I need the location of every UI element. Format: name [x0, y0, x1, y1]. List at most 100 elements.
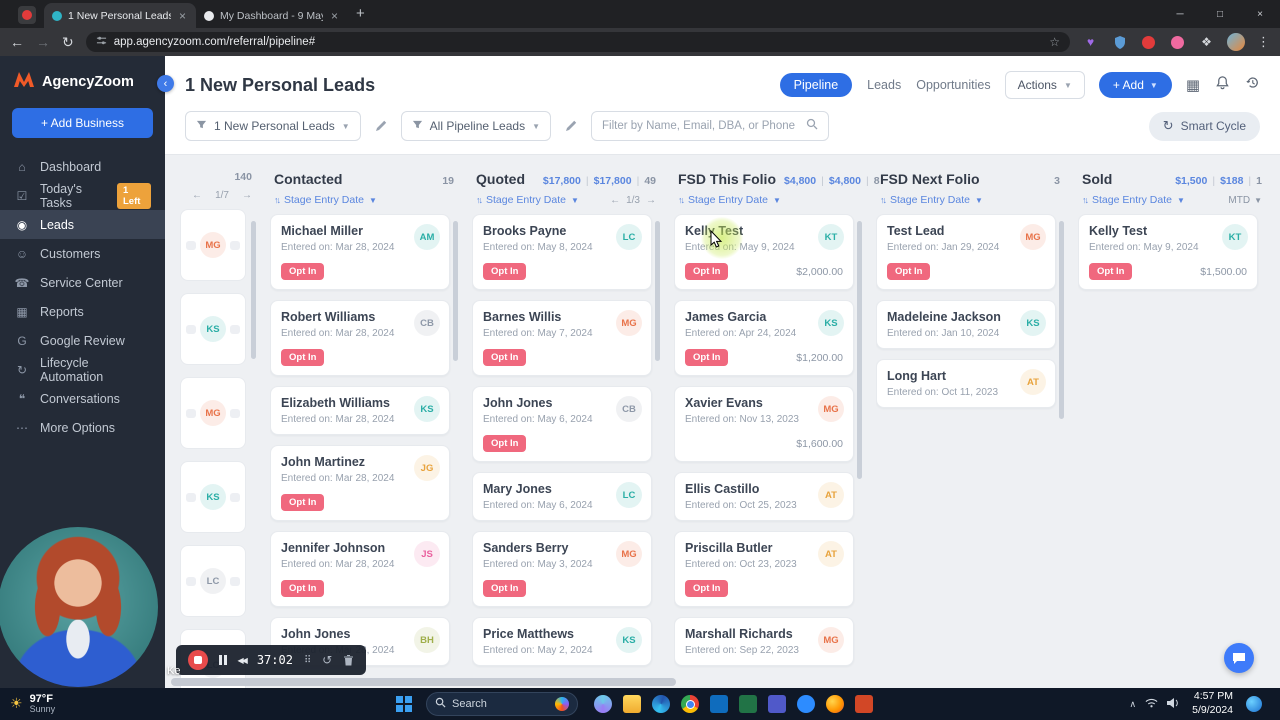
notification-icon[interactable] [1246, 696, 1262, 712]
history-icon[interactable] [1245, 75, 1260, 95]
lead-card-collapsed[interactable]: KS [180, 293, 246, 365]
lead-card[interactable]: Priscilla Butler Entered on: Oct 23, 2023… [674, 531, 854, 607]
bookmark-star-icon[interactable]: ☆ [1049, 35, 1060, 49]
outlook-icon[interactable] [710, 695, 728, 713]
site-info-icon[interactable] [96, 33, 107, 51]
sidebar-item-today-s-tasks[interactable]: ☑ Today's Tasks 1 Left [0, 181, 165, 210]
sort-by-stage-entry-date[interactable]: Stage Entry Date [486, 194, 566, 206]
sidebar-item-service-center[interactable]: ☎ Service Center [0, 268, 165, 297]
tab-close-icon[interactable]: × [329, 9, 340, 23]
lead-card[interactable]: Barnes Willis Entered on: May 7, 2024 Opt … [472, 300, 652, 376]
column-scrollbar[interactable] [655, 221, 660, 361]
column-scrollbar[interactable] [453, 221, 458, 361]
lead-card[interactable]: Kelly Test Entered on: May 9, 2024 Opt In $… [674, 214, 854, 290]
search-icon[interactable] [806, 117, 818, 135]
lead-card[interactable]: Xavier Evans Entered on: Nov 13, 2023 $1,6… [674, 386, 854, 462]
lead-card[interactable]: Price Matthews Entered on: May 2, 2024 KS [472, 617, 652, 666]
leads-filter-select[interactable]: All Pipeline Leads ▼ [400, 111, 551, 141]
add-business-button[interactable]: + Add Business [12, 108, 153, 138]
chrome-icon[interactable] [681, 695, 699, 713]
minimize-button[interactable]: ─ [1160, 9, 1200, 20]
lead-search-input[interactable] [602, 120, 798, 132]
prev-page-icon[interactable]: ← [610, 195, 620, 206]
start-button[interactable] [386, 688, 422, 720]
browser-tab[interactable]: My Dashboard - 9 May 2024 × [196, 3, 348, 28]
sort-by-stage-entry-date[interactable]: Stage Entry Date [1092, 194, 1172, 206]
lead-card-collapsed[interactable]: LC [180, 545, 246, 617]
lead-card[interactable]: Ellis Castillo Entered on: Oct 25, 2023 AT [674, 472, 854, 521]
lead-card[interactable]: Test Lead Entered on: Jan 29, 2024 Opt In M… [876, 214, 1056, 290]
sidebar-item-dashboard[interactable]: ⌂ Dashboard [0, 152, 165, 181]
excel-icon[interactable] [739, 695, 757, 713]
browser-menu-icon[interactable]: ⋮ [1257, 34, 1270, 50]
sort-by-stage-entry-date[interactable]: Stage Entry Date [688, 194, 768, 206]
add-button[interactable]: + Add ▼ [1098, 72, 1172, 98]
chat-widget-button[interactable] [1224, 643, 1254, 673]
lead-card[interactable]: Jennifer Johnson Entered on: Mar 28, 2024… [270, 531, 450, 607]
sidebar-collapse-button[interactable]: ‹ [157, 75, 174, 92]
delete-recording-icon[interactable] [343, 654, 354, 666]
taskbar-search[interactable]: Search [426, 692, 578, 716]
firefox-icon[interactable] [826, 695, 844, 713]
edit-pipeline-button[interactable] [370, 115, 392, 137]
extension-record-icon[interactable] [1140, 34, 1157, 51]
sidebar-item-conversations[interactable]: ❝ Conversations [0, 384, 165, 413]
lead-card[interactable]: Sanders Berry Entered on: May 3, 2024 Opt … [472, 531, 652, 607]
sidebar-item-reports[interactable]: ▦ Reports [0, 297, 165, 326]
volume-icon[interactable] [1167, 695, 1179, 713]
file-explorer-icon[interactable] [623, 695, 641, 713]
back-button[interactable]: ← [10, 35, 24, 49]
column-scrollbar[interactable] [251, 221, 256, 359]
teams-icon[interactable] [768, 695, 786, 713]
lead-card-collapsed[interactable]: MG [180, 209, 246, 281]
browser-tab[interactable]: 1 New Personal Leads × [44, 3, 196, 28]
restart-recording-icon[interactable]: ◀◀ [238, 656, 248, 665]
sidebar-item-leads[interactable]: ◉ Leads [0, 210, 165, 239]
refresh-recording-icon[interactable]: ↺ [322, 653, 332, 667]
copilot-icon[interactable] [594, 695, 612, 713]
sort-by-stage-entry-date[interactable]: Stage Entry Date [284, 194, 364, 206]
view-opportunities[interactable]: Opportunities [916, 78, 990, 92]
lead-card[interactable]: Mary Jones Entered on: May 6, 2024 LC [472, 472, 652, 521]
extension-pink-icon[interactable] [1169, 34, 1186, 51]
horizontal-scrollbar[interactable] [171, 678, 676, 686]
extensions-puzzle-icon[interactable]: ❖ [1198, 34, 1215, 51]
drag-handle-icon[interactable]: ⠿ [304, 655, 311, 666]
powerpoint-icon[interactable] [855, 695, 873, 713]
wifi-icon[interactable] [1145, 695, 1158, 713]
lead-card[interactable]: Long Hart Entered on: Oct 11, 2023 AT [876, 359, 1056, 408]
lead-card[interactable]: James Garcia Entered on: Apr 24, 2024 Opt … [674, 300, 854, 376]
notifications-bell-icon[interactable] [1215, 75, 1230, 95]
view-leads[interactable]: Leads [867, 78, 901, 92]
lead-card[interactable]: Michael Miller Entered on: Mar 28, 2024 Op… [270, 214, 450, 290]
lead-card[interactable]: John Jones Entered on: May 6, 2024 Opt In C… [472, 386, 652, 462]
extension-heart-icon[interactable]: ♥ [1082, 34, 1099, 51]
edit-filter-button[interactable] [560, 115, 582, 137]
new-tab-button[interactable]: + [356, 5, 365, 22]
zoom-icon[interactable] [797, 695, 815, 713]
forward-button[interactable]: → [36, 35, 50, 49]
extension-shield-icon[interactable] [1111, 34, 1128, 51]
sort-by-stage-entry-date[interactable]: Stage Entry Date [890, 194, 970, 206]
lead-card[interactable]: Madeleine Jackson Entered on: Jan 10, 202… [876, 300, 1056, 349]
pipeline-select[interactable]: 1 New Personal Leads ▼ [185, 111, 361, 141]
address-bar[interactable]: app.agencyzoom.com/referral/pipeline# ☆ [85, 32, 1070, 52]
sidebar-item-more-options[interactable]: ⋯ More Options [0, 413, 165, 442]
column-scrollbar[interactable] [1059, 221, 1064, 419]
close-button[interactable]: × [1240, 9, 1280, 20]
taskbar-clock[interactable]: 4:57 PM 5/9/2024 [1188, 690, 1237, 717]
period-select[interactable]: MTD ▼ [1228, 195, 1262, 206]
actions-button[interactable]: Actions ▼ [1004, 71, 1085, 99]
lead-card[interactable]: Robert Williams Entered on: Mar 28, 2024 O… [270, 300, 450, 376]
lead-card[interactable]: John Martinez Entered on: Mar 28, 2024 Opt… [270, 445, 450, 521]
lead-card-collapsed[interactable]: MG [180, 377, 246, 449]
smart-cycle-button[interactable]: ↻ Smart Cycle [1148, 111, 1260, 141]
column-scrollbar[interactable] [857, 221, 862, 479]
apps-grid-icon[interactable]: ▦ [1186, 76, 1200, 94]
tab-close-icon[interactable]: × [177, 9, 188, 23]
sidebar-item-lifecycle-automation[interactable]: ↻ Lifecycle Automation [0, 355, 165, 384]
stop-recording-button[interactable] [188, 650, 208, 670]
pause-recording-button[interactable] [219, 655, 227, 665]
reload-button[interactable]: ↻ [62, 35, 74, 49]
next-page-icon[interactable]: → [242, 190, 252, 201]
